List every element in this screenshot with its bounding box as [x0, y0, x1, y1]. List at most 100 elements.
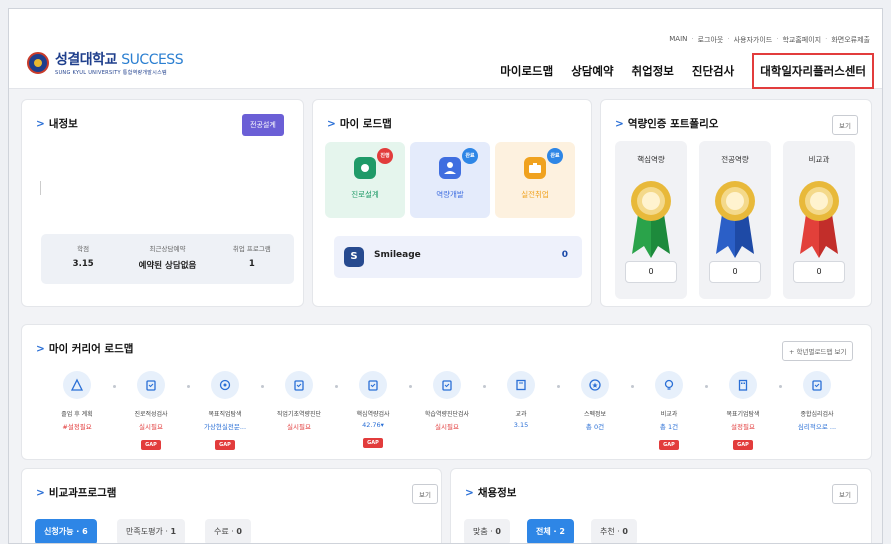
career-step[interactable]: 목표기업탐색 설정필요 GAP: [705, 371, 781, 450]
portfolio-core[interactable]: 핵심역량 0: [615, 141, 687, 299]
extra-program-title: > 비교과프로그램: [36, 487, 117, 499]
clipboard-icon: [803, 371, 831, 399]
logo-subtitle: SUNG KYUL UNIVERSITY 통합역량개발시스템: [55, 70, 167, 76]
pill-completed[interactable]: 수료 · 0: [205, 519, 251, 543]
career-step[interactable]: 졸업 후 계획 #설정필요: [39, 371, 115, 431]
status-badge: 진행: [377, 148, 393, 164]
tile-label: 실전취업: [521, 190, 549, 199]
smileage-icon: S: [344, 247, 364, 267]
gap-badge: GAP: [141, 440, 161, 450]
clipboard-icon: [285, 371, 313, 399]
pill-available[interactable]: 신청가능 · 6: [35, 519, 97, 543]
career-step-value: 실시필요: [435, 423, 459, 431]
career-step-value: 3.15: [513, 421, 529, 429]
jobs-title: > 채용정보: [465, 487, 517, 499]
page-frame: MAIN · 로그아웃 · 사용자가이드 · 학교홈페이지 · 화면오류제출 성결대학교…: [8, 8, 883, 544]
book-icon: [507, 371, 535, 399]
smileage-label: Smileage: [374, 250, 421, 260]
career-step-value: 실시필요: [139, 423, 163, 431]
myinfo-title: > 내정보: [36, 118, 78, 130]
career-step[interactable]: 핵심역량검사 42.76▾ GAP: [335, 371, 411, 448]
career-step-value: 총 0건: [585, 423, 605, 431]
site-logo[interactable]: 성결대학교 SUCCESS SUNG KYUL UNIVERSITY 통합역량개…: [27, 49, 184, 76]
clipboard-icon: [137, 371, 165, 399]
gap-badge: GAP: [659, 440, 679, 450]
portfolio-label: 비교과: [808, 155, 830, 164]
medal-green-icon: [631, 181, 671, 258]
building-icon: [729, 371, 757, 399]
pill-custom[interactable]: 맞춤 · 0: [464, 519, 510, 543]
portfolio-label: 전공역량: [721, 155, 749, 164]
star-badge-icon: [581, 371, 609, 399]
career-step[interactable]: 직업기초역량진단 실시필요: [261, 371, 337, 431]
career-step[interactable]: 종합심리검사심리적으로 ...: [779, 371, 855, 431]
career-step-name: 종합심리검사: [800, 411, 834, 418]
gap-badge: GAP: [215, 440, 235, 450]
portfolio-value: 0: [709, 261, 761, 283]
portfolio-label: 핵심역량: [637, 155, 665, 164]
pill-all[interactable]: 전체 · 2: [527, 519, 574, 543]
toplink-main[interactable]: MAIN: [669, 35, 687, 45]
toplink-homepage[interactable]: 학교홈페이지: [782, 35, 821, 45]
roadmap-tile-competency[interactable]: 완료 역량개발: [410, 142, 490, 218]
career-step-name: 목표직업탐색: [208, 411, 242, 418]
portfolio-see-button[interactable]: 보기: [832, 115, 858, 135]
bulb-icon: [655, 371, 683, 399]
career-step[interactable]: 비교과 총 1건 GAP: [631, 371, 707, 450]
status-badge: 완료: [547, 148, 563, 164]
career-step[interactable]: 교과 3.15: [483, 371, 559, 429]
career-step-name: 졸업 후 계획: [61, 411, 93, 418]
portfolio-extra[interactable]: 비교과 0: [783, 141, 855, 299]
career-step-name: 교과: [515, 411, 527, 418]
separator: ·: [776, 35, 779, 43]
portfolio-value: 0: [793, 261, 845, 283]
portfolio-value: 0: [625, 261, 677, 283]
nav-job-plus-center[interactable]: 대학일자리플러스센터: [752, 53, 874, 89]
portfolio-major[interactable]: 전공역량 0: [699, 141, 771, 299]
separator: ·: [727, 35, 730, 43]
smileage-row[interactable]: S Smileage 0: [334, 236, 582, 278]
separator: ·: [691, 35, 694, 43]
tile-label: 역량개발: [436, 190, 464, 199]
career-step[interactable]: 목표직업탐색가상현실전문... GAP: [187, 371, 263, 450]
top-links: MAIN · 로그아웃 · 사용자가이드 · 학교홈페이지 · 화면오류제출: [669, 35, 870, 45]
pill-satisfaction[interactable]: 만족도평가 · 1: [117, 519, 186, 543]
major-design-button[interactable]: 전공설계: [242, 114, 284, 136]
divider: [40, 181, 41, 195]
grade-roadmap-button[interactable]: + 학년별로드맵 보기: [782, 341, 854, 361]
jobs-see-button[interactable]: 보기: [832, 484, 858, 504]
nav-my-roadmap[interactable]: 마이로드맵: [500, 63, 553, 79]
toplink-logout[interactable]: 로그아웃: [698, 35, 724, 45]
stat-counsel: 최근상담예약 예약된 상담없음: [138, 245, 197, 271]
career-step[interactable]: 학습역량진단검사 실시필요: [409, 371, 485, 431]
roadmap-tile-career[interactable]: 진행 진로설계: [325, 142, 405, 218]
nav-job-info[interactable]: 취업정보: [632, 63, 674, 79]
gap-badge: GAP: [733, 440, 753, 450]
nav-counseling[interactable]: 상담예약: [571, 63, 613, 79]
logo-title: 성결대학교 SUCCESS: [55, 52, 184, 68]
career-step[interactable]: 스펙정보 총 0건: [557, 371, 633, 431]
university-emblem-icon: [27, 51, 49, 74]
career-step-value: 심리적으로 ...: [797, 423, 837, 431]
tile-label: 진로설계: [351, 190, 379, 199]
career-step[interactable]: 진로적성검사 실시필요 GAP: [113, 371, 189, 450]
career-title: > 마이 커리어 로드맵: [36, 343, 134, 355]
gap-badge: GAP: [363, 438, 383, 448]
career-step-value: 가상현실전문...: [203, 423, 247, 431]
medal-blue-icon: [715, 181, 755, 258]
stat-program: 취업 프로그램 1: [232, 245, 271, 269]
toplink-error-report[interactable]: 화면오류제출: [831, 35, 870, 45]
pill-recommend[interactable]: 추천 · 0: [591, 519, 637, 543]
career-step-name: 핵심역량검사: [356, 411, 390, 418]
roadmap-title: > 마이 로드맵: [327, 118, 392, 130]
main-nav: 마이로드맵 상담예약 취업정보 진단검사 대학일자리플러스센터: [500, 53, 874, 89]
roadmap-tile-employment[interactable]: 완료 실전취업: [495, 142, 575, 218]
extra-see-button[interactable]: 보기: [412, 484, 438, 504]
toplink-guide[interactable]: 사용자가이드: [734, 35, 773, 45]
gear-icon: [354, 157, 376, 179]
briefcase-icon: [524, 157, 546, 179]
career-step-name: 직업기초역량진단: [276, 411, 322, 418]
medal-red-icon: [799, 181, 839, 258]
clipboard-icon: [433, 371, 461, 399]
nav-diagnosis[interactable]: 진단검사: [692, 63, 734, 79]
